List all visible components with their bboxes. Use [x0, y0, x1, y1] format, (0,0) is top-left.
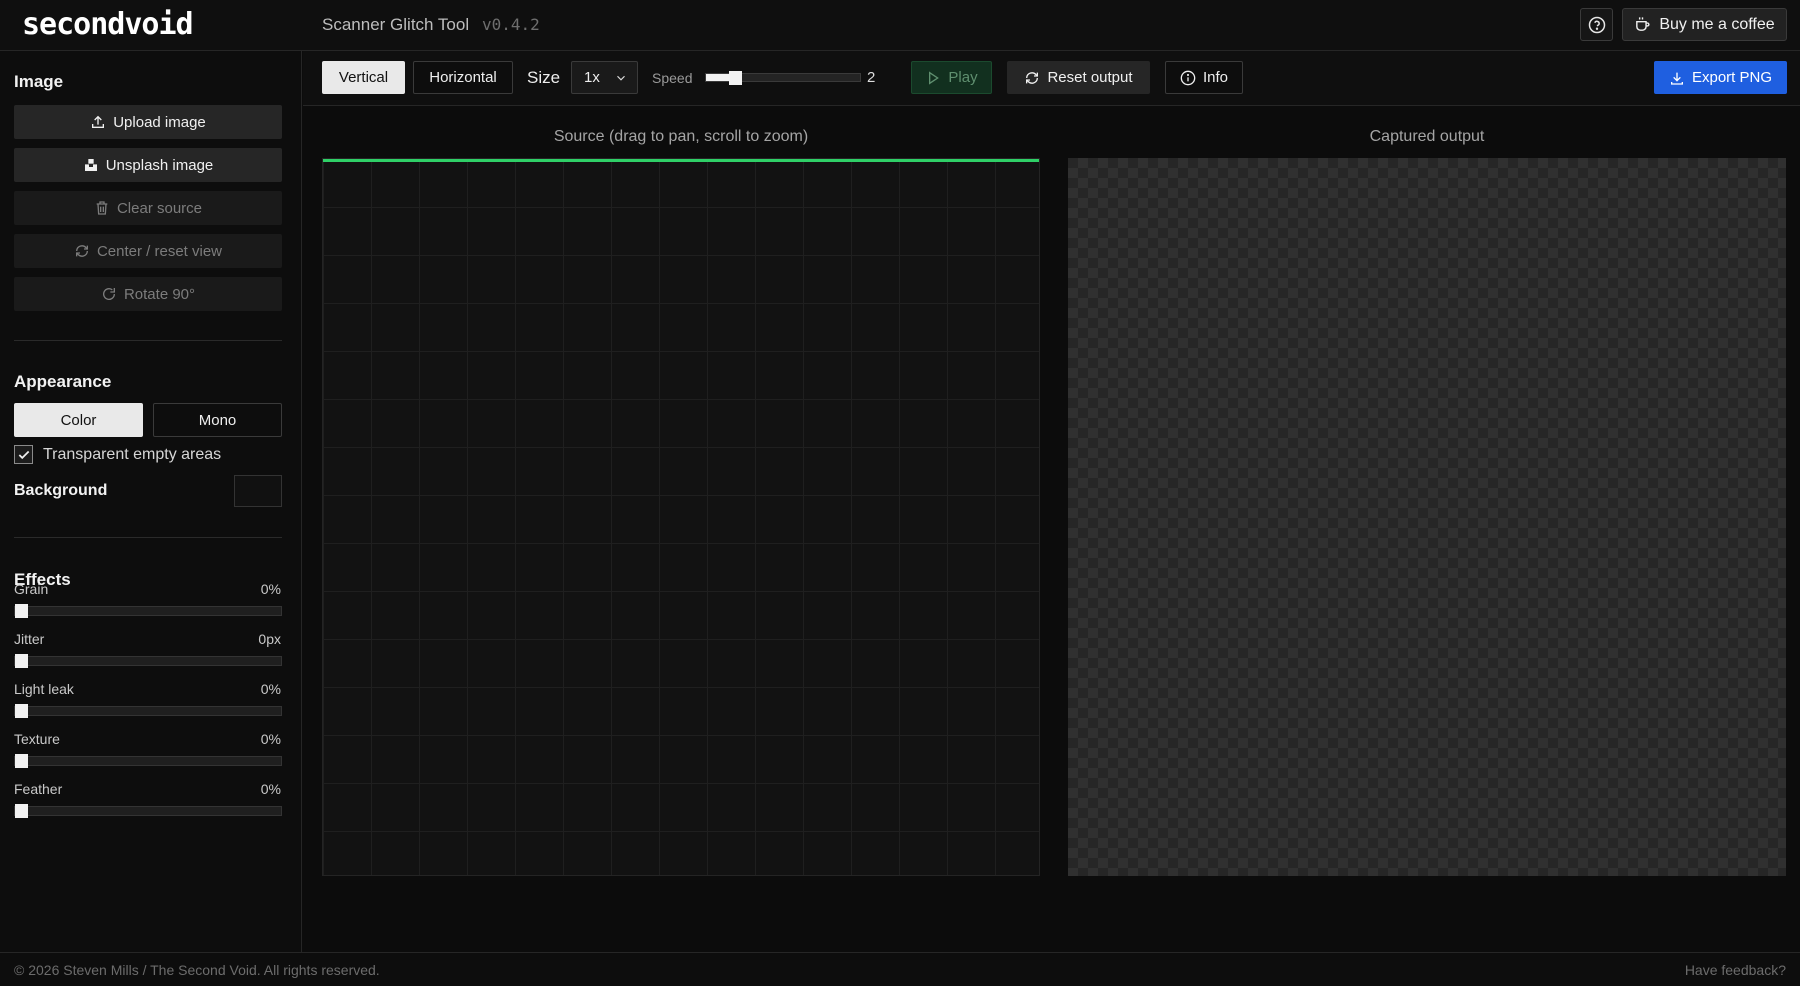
clear-source-label: Clear source — [116, 199, 203, 217]
help-button[interactable] — [1580, 8, 1613, 41]
effect-slider[interactable] — [14, 654, 282, 668]
toolbar: Vertical Horizontal Size 1x Speed 2 Play… — [303, 51, 1800, 106]
unsplash-image-button[interactable]: Unsplash image — [14, 148, 282, 182]
info-icon — [1180, 70, 1196, 85]
export-png-button[interactable]: Export PNG — [1654, 61, 1787, 94]
upload-image-label: Upload image — [113, 113, 206, 131]
output-canvas — [1068, 158, 1786, 876]
speed-label: Speed — [652, 70, 693, 86]
upload-icon — [92, 115, 105, 128]
info-button[interactable]: Info — [1165, 61, 1243, 94]
top-bar: secondvoid Scanner Glitch Tool v0.4.2 Bu… — [0, 0, 1800, 51]
effect-slider[interactable] — [14, 754, 282, 768]
horizontal-direction-button[interactable]: Horizontal — [413, 61, 513, 94]
reset-output-label: Reset output — [1047, 69, 1133, 86]
effect-label: Feather — [14, 781, 63, 797]
transparent-checkbox[interactable] — [14, 445, 33, 464]
copyright-text: © 2026 Steven Mills / The Second Void. A… — [14, 962, 380, 978]
upload-image-button[interactable]: Upload image — [14, 105, 282, 139]
reset-output-button[interactable]: Reset output — [1007, 61, 1150, 94]
download-icon — [1670, 72, 1683, 85]
speed-slider-thumb[interactable] — [729, 71, 743, 85]
size-select[interactable]: 1x — [571, 61, 638, 94]
chevron-down-icon — [616, 75, 625, 81]
play-label: Play — [948, 69, 978, 86]
play-icon — [929, 70, 940, 85]
effect-slider[interactable] — [14, 804, 282, 818]
effect-value: 0% — [260, 781, 281, 797]
rotate-button[interactable]: Rotate 90° — [14, 277, 282, 311]
effect-slider-thumb[interactable] — [15, 604, 28, 618]
source-canvas[interactable] — [322, 158, 1040, 876]
sidebar: Image Upload image Unsplash image Clear … — [0, 51, 302, 952]
background-color-swatch[interactable] — [234, 475, 282, 507]
clear-source-button[interactable]: Clear source — [14, 191, 282, 225]
center-reset-view-button[interactable]: Center / reset view — [14, 234, 282, 268]
rotate-label: Rotate 90° — [123, 285, 196, 303]
effect-slider-thumb[interactable] — [15, 754, 28, 768]
effect-value: 0% — [260, 581, 281, 597]
effect-value: 0% — [260, 681, 281, 697]
effect-value: 0px — [258, 631, 281, 647]
effect-label: Light leak — [14, 681, 74, 697]
effect-label: Jitter — [14, 631, 45, 647]
appearance-section-title: Appearance — [14, 372, 112, 391]
play-button[interactable]: Play — [911, 61, 992, 94]
effect-slider[interactable] — [14, 604, 282, 618]
background-label: Background — [14, 482, 108, 499]
help-circle-icon — [1588, 16, 1605, 33]
appearance-color-option[interactable]: Color — [14, 403, 143, 437]
buy-coffee-button[interactable]: Buy me a coffee — [1622, 8, 1787, 41]
check-icon — [18, 450, 29, 459]
effect-slider-thumb[interactable] — [15, 704, 28, 718]
output-panel-title: Captured output — [1369, 128, 1485, 145]
image-section-title: Image — [14, 72, 64, 91]
unsplash-icon — [84, 159, 97, 171]
divider — [14, 537, 282, 538]
footer: © 2026 Steven Mills / The Second Void. A… — [0, 952, 1800, 986]
transparent-empty-areas-row[interactable]: Transparent empty areas — [14, 445, 221, 464]
coffee-cup-icon — [1636, 17, 1650, 31]
scan-line[interactable] — [323, 159, 1039, 162]
speed-value: 2 — [867, 69, 876, 86]
svg-text:secondvoid: secondvoid — [22, 9, 193, 41]
rotate-icon — [102, 288, 115, 300]
size-value: 1x — [584, 69, 600, 86]
center-reset-view-label: Center / reset view — [96, 242, 223, 260]
effect-value: 0% — [260, 731, 281, 747]
effect-slider-thumb[interactable] — [15, 804, 28, 818]
appearance-mono-option[interactable]: Mono — [153, 403, 282, 437]
unsplash-image-label: Unsplash image — [105, 156, 214, 174]
refresh-icon — [1026, 71, 1039, 84]
feedback-link[interactable]: Have feedback? — [1685, 962, 1786, 978]
transparent-label: Transparent empty areas — [43, 445, 222, 463]
info-label: Info — [1202, 69, 1229, 86]
effect-label: Texture — [14, 731, 60, 747]
buy-coffee-label: Buy me a coffee — [1659, 15, 1775, 33]
logo: secondvoid — [22, 9, 194, 41]
export-png-label: Export PNG — [1691, 69, 1773, 86]
refresh-icon — [75, 245, 88, 257]
effect-slider-thumb[interactable] — [15, 654, 28, 668]
divider — [14, 340, 282, 341]
effect-label: Grain — [14, 581, 49, 597]
app-title: Scanner Glitch Tool — [322, 15, 470, 34]
vertical-direction-button[interactable]: Vertical — [322, 61, 405, 94]
speed-slider[interactable] — [705, 71, 861, 85]
app-version: v0.4.2 — [482, 15, 540, 34]
effect-slider[interactable] — [14, 704, 282, 718]
source-panel-title: Source (drag to pan, scroll to zoom) — [553, 128, 809, 145]
size-label: Size — [527, 68, 561, 87]
trash-icon — [96, 201, 108, 215]
